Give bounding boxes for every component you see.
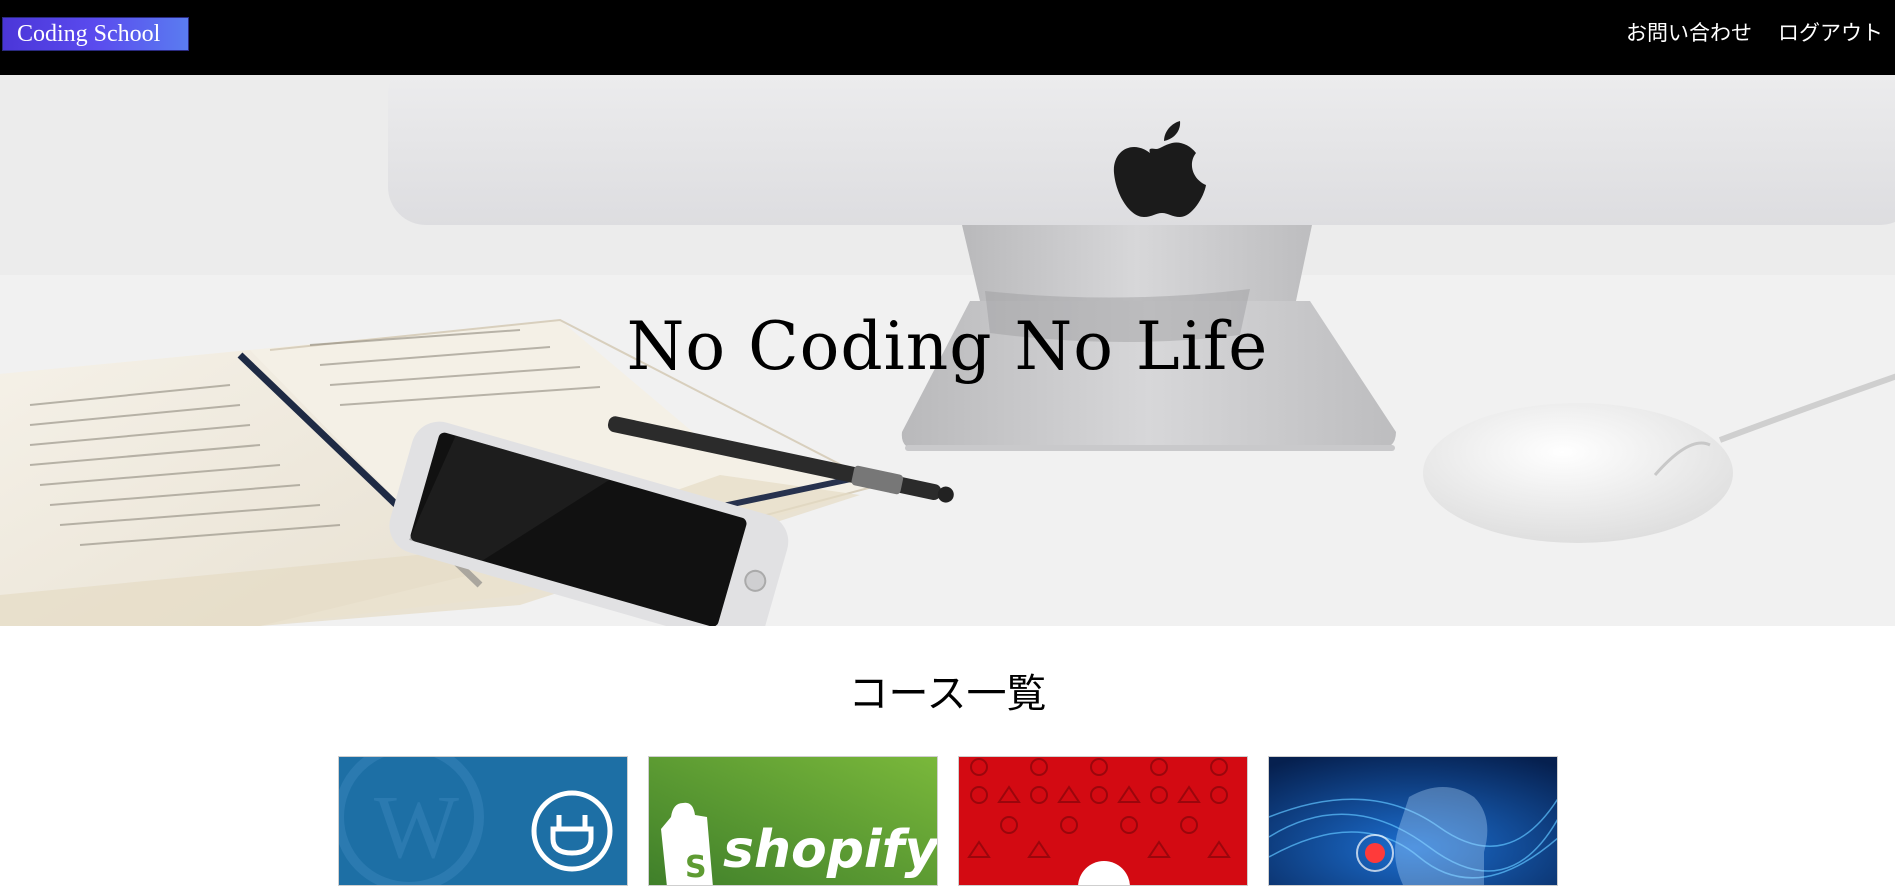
course-card[interactable]: W: [338, 756, 628, 886]
course-card[interactable]: [1268, 756, 1558, 886]
svg-text:W: W: [374, 778, 459, 877]
course-grid: W S shopify: [338, 756, 1560, 886]
nav-contact-link[interactable]: お問い合わせ: [1626, 17, 1752, 47]
card-thumbnail-text: shopify: [723, 820, 938, 880]
course-card[interactable]: [958, 756, 1248, 886]
hero-title: No Coding No Life: [626, 308, 1269, 385]
nav-logout-link[interactable]: ログアウト: [1778, 17, 1883, 47]
ai-head-icon: [1269, 757, 1557, 885]
shopify-bag-icon: S shopify: [649, 757, 938, 885]
wordpress-plugin-icon: W: [339, 757, 627, 885]
warning-pattern-icon: [959, 757, 1247, 885]
main-nav: お問い合わせ ログアウト: [1626, 16, 1883, 48]
course-card[interactable]: S shopify: [648, 756, 938, 886]
svg-text:S: S: [685, 850, 707, 885]
hero-banner: No Coding No Life: [0, 75, 1895, 626]
top-navbar: Coding School お問い合わせ ログアウト: [0, 0, 1895, 75]
course-list-heading: コース一覧: [848, 671, 1047, 717]
site-logo[interactable]: Coding School: [2, 17, 189, 51]
